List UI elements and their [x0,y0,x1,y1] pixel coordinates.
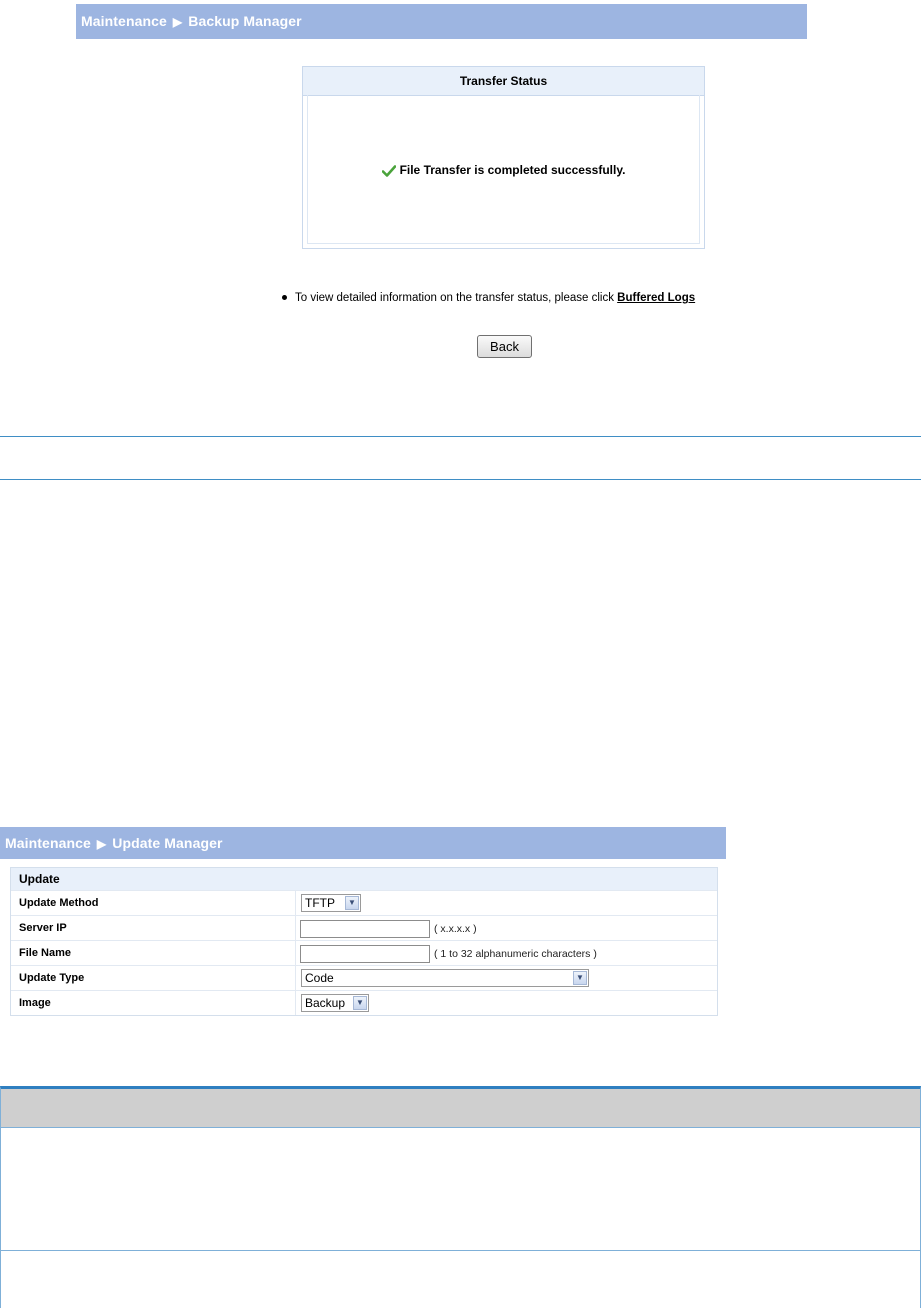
divider-top [0,436,921,437]
image-value: Backup [305,996,346,1010]
transfer-status-title: Transfer Status [303,67,704,96]
header-page: Backup Manager [188,13,302,29]
buffered-logs-info: To view detailed information on the tran… [282,292,695,304]
image-select[interactable]: Backup ▼ [301,994,369,1012]
update-method-cell: TFTP ▼ [295,891,717,915]
file-name-label: File Name [19,947,71,959]
header-section: Maintenance [81,13,167,29]
transfer-status-body: File Transfer is completed successfully. [307,95,700,244]
arrow-right-icon: ▶ [172,15,183,29]
reference-table [0,1086,921,1308]
server-ip-row: Server IP ( x.x.x.x ) [11,915,717,940]
arrow-right-icon: ▶ [96,837,107,851]
file-name-row: File Name ( 1 to 32 alphanumeric charact… [11,940,717,965]
chevron-down-icon[interactable]: ▼ [345,896,359,910]
header-section: Maintenance [5,835,91,851]
divider-bottom [0,479,921,480]
update-method-value: TFTP [305,896,335,910]
server-ip-input[interactable] [300,920,430,938]
image-label: Image [19,997,51,1009]
file-name-input[interactable] [300,945,430,963]
server-ip-cell: ( x.x.x.x ) [295,916,717,940]
back-button[interactable]: Back [477,335,532,358]
server-ip-label: Server IP [19,922,67,934]
update-type-select[interactable]: Code ▼ [301,969,589,987]
reference-table-header [1,1089,920,1128]
bullet-icon [282,295,287,301]
update-method-label: Update Method [19,897,99,909]
check-icon [381,165,396,177]
update-method-select[interactable]: TFTP ▼ [301,894,361,912]
image-cell: Backup ▼ [295,991,717,1015]
buffered-logs-link[interactable]: Buffered Logs [617,292,695,304]
chevron-down-icon[interactable]: ▼ [573,971,587,985]
transfer-status-message-row: File Transfer is completed successfully. [308,163,699,177]
update-type-label: Update Type [19,972,85,984]
update-type-value: Code [305,971,334,985]
file-name-cell: ( 1 to 32 alphanumeric characters ) [295,941,717,965]
update-form-table: Update Update Method TFTP ▼ Server IP ( … [10,867,718,1016]
chevron-down-icon[interactable]: ▼ [353,996,367,1010]
info-text: To view detailed information on the tran… [295,292,618,304]
update-type-row: Update Type Code ▼ [11,965,717,990]
backup-manager-header: Maintenance ▶ Backup Manager [76,4,807,39]
update-manager-header: Maintenance ▶ Update Manager [0,827,726,859]
update-table-title: Update [11,868,717,890]
header-page: Update Manager [112,835,223,851]
file-name-hint: ( 1 to 32 alphanumeric characters ) [434,948,597,960]
image-row: Image Backup ▼ [11,990,717,1015]
transfer-status-message: File Transfer is completed successfully. [399,163,626,177]
transfer-status-panel: Transfer Status File Transfer is complet… [302,66,705,249]
reference-table-row [1,1128,920,1251]
server-ip-hint: ( x.x.x.x ) [434,923,477,935]
update-method-row: Update Method TFTP ▼ [11,890,717,915]
update-type-cell: Code ▼ [295,966,717,990]
